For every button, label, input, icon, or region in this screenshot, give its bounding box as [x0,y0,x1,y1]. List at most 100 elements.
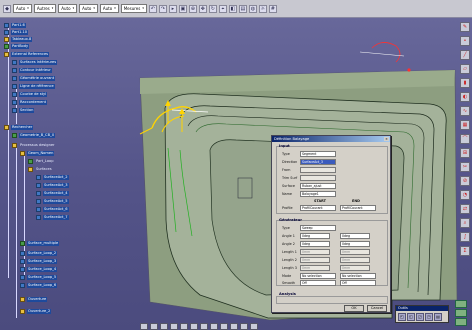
tree-node[interactable]: Section [12,107,35,114]
angle2-end-field[interactable]: 0deg [340,241,370,247]
tree-node[interactable]: Surface_Loop_2 [20,250,58,257]
length3-end-field[interactable]: 0mm [340,265,370,271]
knowledge-icon[interactable]: Σ [460,246,470,256]
law-icon[interactable]: ∫ [460,232,470,242]
ok-button[interactable]: OK [344,305,364,312]
bottom-tool-icon[interactable] [170,322,178,330]
guide-type-select[interactable]: Sweep [300,225,336,231]
bottom-tool-icon[interactable] [190,322,198,330]
bottom-tool-icon[interactable] [150,322,158,330]
view-front-icon[interactable] [455,300,467,308]
tool-a-icon[interactable]: ◰ [398,313,406,321]
tree-node[interactable]: Courbe de styl [12,91,48,98]
tree-node[interactable]: Tableaux.8 [4,36,33,43]
tree-node[interactable]: Part_Loop [28,158,55,165]
angle2-start-field[interactable]: 0deg [300,241,330,247]
bottom-tool-icon[interactable] [230,322,238,330]
bottom-tool-icon[interactable] [210,322,218,330]
tree-node[interactable]: Surfaces [28,166,53,173]
material-icon[interactable]: ◍ [248,4,257,13]
view-top-icon[interactable] [455,309,467,317]
rotate-icon[interactable]: ↻ [208,4,217,13]
tree-node[interactable]: Surfaces Intérieures [12,59,58,66]
tree-node[interactable]: Part1.6 [4,22,26,29]
sketch-icon[interactable]: ✎ [460,22,470,32]
tree-node[interactable]: Part1.10 [4,29,29,36]
select-six[interactable]: Mesures ▾ [120,4,147,13]
profile-start-field[interactable]: ProfilCourant [300,205,336,211]
fillet-icon[interactable]: ◔ [460,190,470,200]
tree-node[interactable]: External References [4,51,50,58]
tree-node[interactable]: Contour Intérieur [12,67,52,74]
tree-node[interactable]: PartBody [4,43,30,50]
bottom-tool-icon[interactable] [250,322,258,330]
grid-icon[interactable]: # [268,4,277,13]
line-icon[interactable]: ╱ [460,50,470,60]
fill-icon[interactable]: ▦ [460,120,470,130]
tree-node[interactable]: Surface_Loop_6 [20,282,58,289]
close-icon[interactable]: ✕ [384,137,389,141]
select-three[interactable]: Auto ▾ [58,4,78,13]
length1-end-field[interactable]: 0mm [340,249,370,255]
view-icon[interactable]: ◧ [228,4,237,13]
tree-node[interactable]: Ligne de référence [12,83,55,90]
bottom-tool-icon[interactable] [240,322,248,330]
tree-node[interactable]: Geom_Nomen [20,150,55,157]
angle1-end-field[interactable]: 0deg [340,233,370,239]
smooth-end-select[interactable]: Off [340,280,376,286]
bottom-tool-icon[interactable] [160,322,168,330]
pan-icon[interactable]: ✥ [198,4,207,13]
point-icon[interactable]: • [460,36,470,46]
tree-node[interactable]: Géométrie ouvrant [12,75,56,82]
type-select[interactable]: Segment [300,151,336,157]
undo-icon[interactable]: ↶ [148,4,157,13]
tree-node[interactable]: SurfaceAct_5 [36,198,69,205]
select-one[interactable]: Auto ▾ [13,4,32,13]
split-icon[interactable]: ✂ [460,162,470,172]
select-icon[interactable]: ▸ [168,4,177,13]
tree-node[interactable]: Surface_Loop_3 [20,258,58,265]
length2-start-field[interactable]: 0mm [300,257,330,263]
revolve-icon[interactable]: ◐ [460,92,470,102]
bottom-tool-icon[interactable] [200,322,208,330]
tree-node[interactable]: SurfaceAct_3 [36,182,69,189]
mode-start-select[interactable]: No selection [300,273,336,279]
tree-node[interactable]: SurfaceAct_7 [36,214,69,221]
length3-start-field[interactable]: 0mm [300,265,330,271]
tree-node[interactable]: Surface_Loop_5 [20,274,58,281]
select-five[interactable]: Auto ▾ [99,4,119,13]
tree-node[interactable]: Geometrie_B_CB_0 [12,132,56,139]
redo-icon[interactable]: ↷ [158,4,167,13]
tree-node[interactable]: Processus designer [12,142,56,149]
sweep-icon[interactable]: ∿ [460,106,470,116]
trim-field[interactable] [300,175,336,181]
bottom-tool-icon[interactable] [180,322,188,330]
tool-d-icon[interactable]: ◳ [425,313,433,321]
tree-node[interactable]: Ouverture_2 [20,308,52,315]
direction-field[interactable]: SurfaceAct_3 [300,159,336,165]
profile-end-field[interactable]: ProfilCourant [340,205,376,211]
from-field[interactable] [300,167,336,173]
tree-node[interactable]: Ouverture [20,296,48,303]
length2-end-field[interactable]: 0mm [340,257,370,263]
tree-node[interactable]: SurfaceAct_4 [36,190,69,197]
bottom-tool-icon[interactable] [220,322,228,330]
bottom-tool-icon[interactable] [140,322,148,330]
surface-field[interactable]: Ruban_ajust [300,183,336,189]
angle1-start-field[interactable]: 0deg [300,233,330,239]
tree-node[interactable]: Surface_multiple [20,240,60,247]
name-field[interactable]: Balayage1 [300,191,336,197]
join-icon[interactable]: ⊞ [460,148,470,158]
length1-start-field[interactable]: 0mm [300,249,330,255]
plane-icon[interactable]: ▱ [460,64,470,74]
select-four[interactable]: Auto ▾ [79,4,98,13]
tool-b-icon[interactable]: ◱ [407,313,415,321]
tool-e-icon[interactable]: ▤ [434,313,442,321]
cancel-button[interactable]: Cancel [367,305,387,312]
extrude-icon[interactable]: ▮ [460,78,470,88]
blend-icon[interactable]: ⌒ [460,134,470,144]
light-icon[interactable]: ☼ [258,4,267,13]
tree-node[interactable]: Rechercher [4,124,34,131]
zoom-icon[interactable]: ⊕ [188,4,197,13]
tool-c-icon[interactable]: ◲ [416,313,424,321]
